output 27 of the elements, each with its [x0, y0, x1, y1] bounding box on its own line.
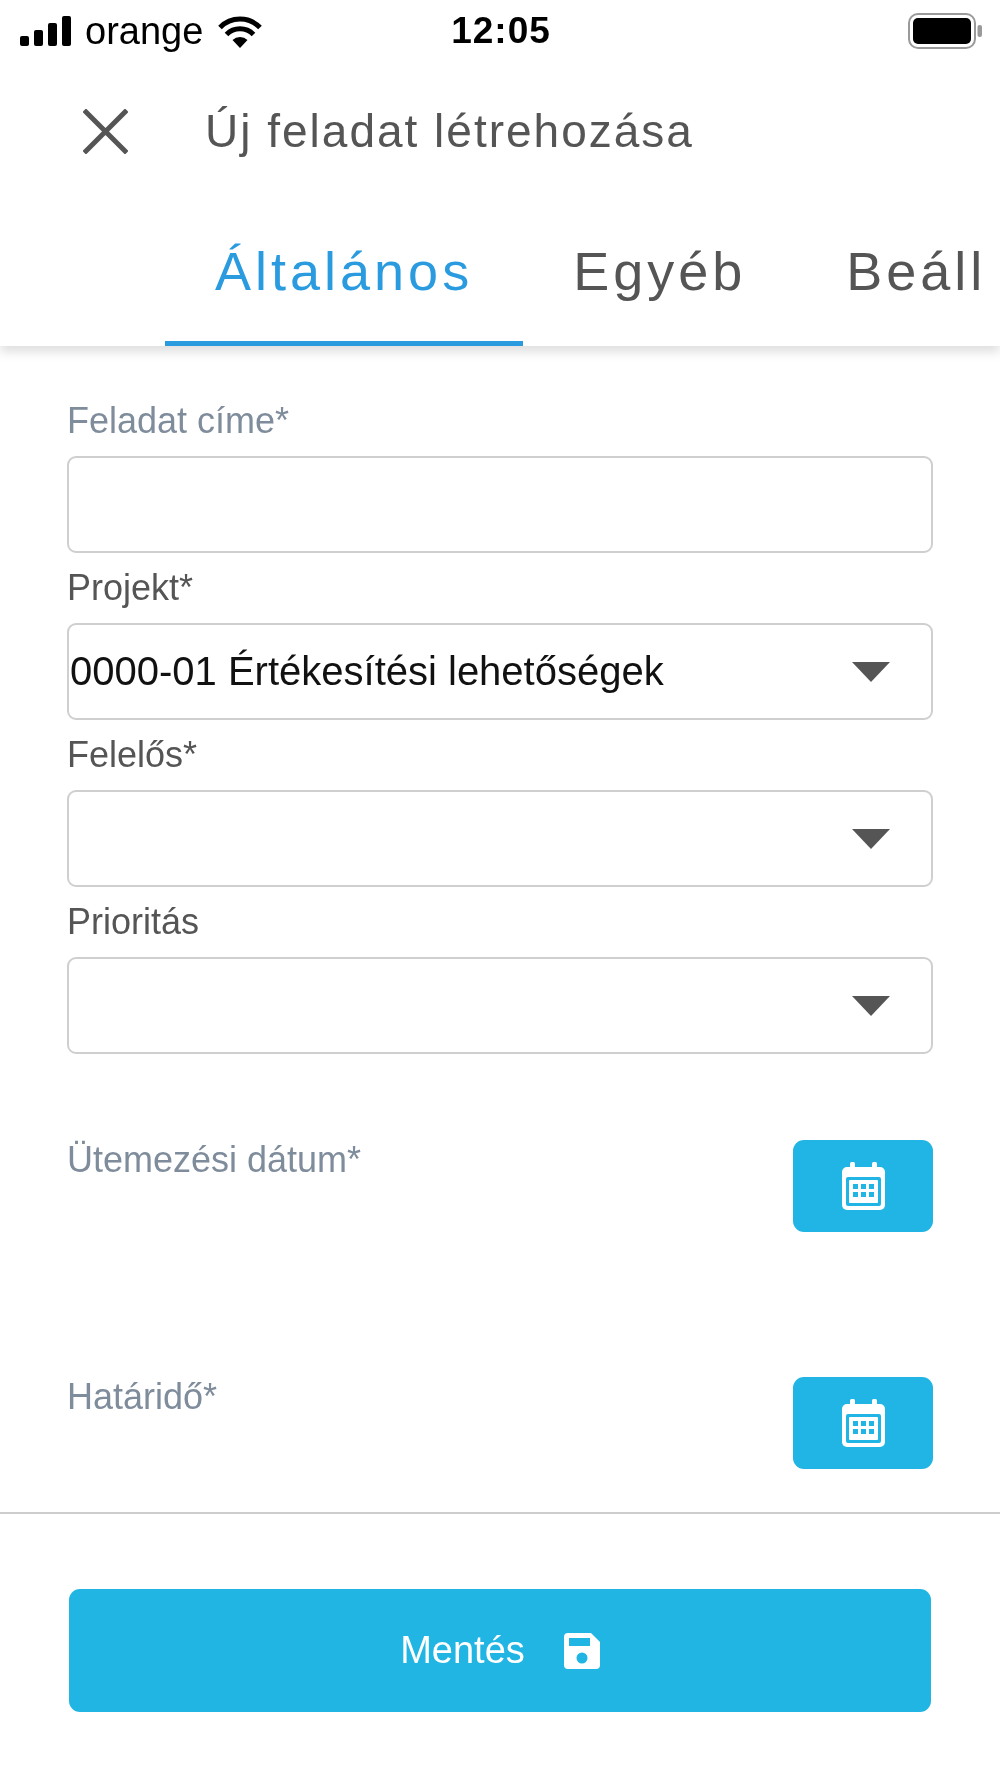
wifi-icon	[217, 14, 264, 48]
calendar-button[interactable]	[793, 1377, 933, 1469]
dropdown-field[interactable]: 0000-01 Értékesítési lehetőségek	[67, 623, 933, 720]
date-label: Határidő*	[67, 1377, 218, 1417]
close-icon	[82, 108, 128, 154]
field-label: Felelős*	[67, 735, 198, 775]
signal-icon	[20, 16, 71, 46]
field-label: Projekt*	[67, 568, 194, 608]
caret-icon	[852, 995, 890, 1016]
dropdown-field[interactable]	[67, 957, 933, 1054]
clock-time: 12:05	[451, 9, 551, 53]
caret-icon	[852, 661, 890, 682]
calendar-icon	[841, 1399, 885, 1447]
date-label: Ütemezési dátum*	[67, 1140, 362, 1180]
field-label: Prioritás	[67, 902, 200, 942]
dropdown-field[interactable]	[67, 790, 933, 887]
text-field[interactable]	[67, 456, 933, 553]
page-title: Új feladat létrehozása	[205, 104, 694, 158]
tab[interactable]: Egyéb	[523, 200, 797, 346]
battery-icon	[908, 13, 982, 49]
calendar-button[interactable]	[793, 1140, 933, 1232]
save-icon	[563, 1632, 600, 1669]
calendar-icon	[841, 1162, 885, 1210]
tab[interactable]: Beáll	[796, 200, 987, 346]
field-label: Feladat címe*	[67, 401, 290, 441]
caret-icon	[852, 828, 890, 849]
carrier-name: orange	[85, 9, 204, 53]
